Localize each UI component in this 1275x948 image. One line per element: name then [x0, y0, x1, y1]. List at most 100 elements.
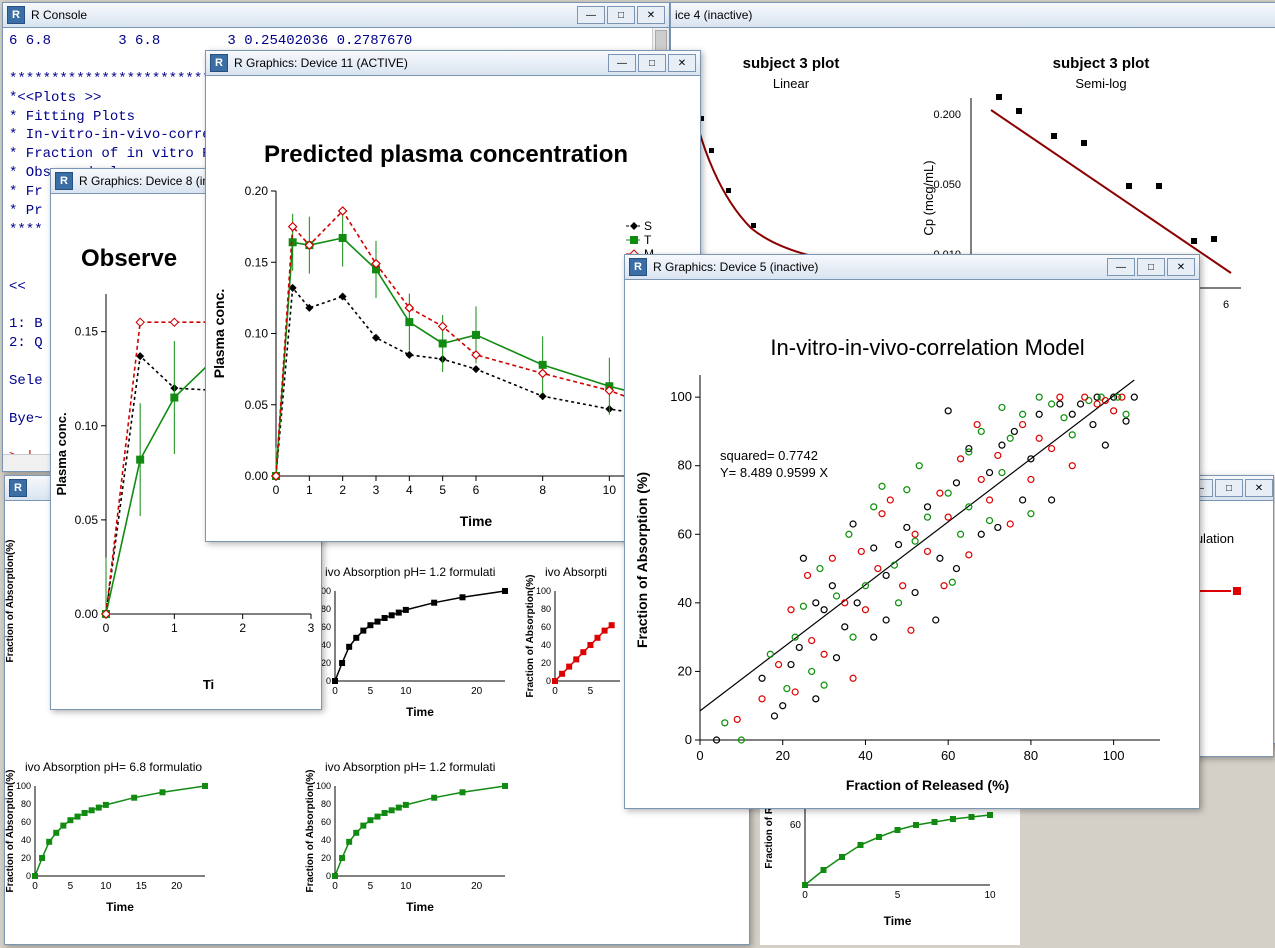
svg-text:Fraction of Absorption(%): Fraction of Absorption(%) — [5, 770, 16, 893]
svg-text:60: 60 — [541, 622, 551, 632]
svg-text:60: 60 — [678, 526, 692, 541]
svg-text:0: 0 — [332, 881, 338, 892]
close-button[interactable]: ✕ — [668, 54, 696, 72]
svg-text:0: 0 — [103, 621, 110, 635]
svg-text:0.00: 0.00 — [75, 607, 99, 621]
r-icon: R — [210, 54, 228, 72]
svg-text:0: 0 — [332, 686, 338, 697]
svg-text:5: 5 — [368, 881, 374, 892]
window-title: R Graphics: Device 11 (ACTIVE) — [234, 56, 608, 70]
svg-text:20: 20 — [321, 658, 331, 668]
maximize-button[interactable]: □ — [1215, 479, 1243, 497]
minimize-button[interactable]: — — [1107, 258, 1135, 276]
svg-text:0: 0 — [685, 732, 692, 747]
svg-text:60: 60 — [21, 817, 31, 827]
svg-text:100: 100 — [536, 586, 551, 596]
svg-text:10: 10 — [400, 686, 412, 697]
svg-text:ivo Absorption pH= 1.2 formula: ivo Absorption pH= 1.2 formulati — [325, 760, 495, 774]
titlebar[interactable]: R R Console — □ ✕ — [3, 3, 669, 28]
window-title: R Console — [31, 8, 577, 22]
svg-text:Plasma conc.: Plasma conc. — [54, 412, 69, 495]
close-button[interactable]: ✕ — [1245, 479, 1273, 497]
svg-text:1: 1 — [171, 621, 178, 635]
svg-text:Fraction of Absorption(%): Fraction of Absorption(%) — [305, 770, 316, 893]
semilog-points — [996, 94, 1217, 244]
svg-text:10: 10 — [984, 890, 996, 901]
minimize-button[interactable]: — — [608, 54, 636, 72]
svg-text:5: 5 — [895, 890, 901, 901]
svg-text:3: 3 — [308, 621, 315, 635]
svg-text:0: 0 — [546, 676, 551, 686]
svg-text:6: 6 — [1223, 299, 1229, 311]
svg-text:0.05: 0.05 — [75, 513, 99, 527]
svg-text:100: 100 — [1103, 748, 1125, 763]
svg-text:40: 40 — [21, 835, 31, 845]
titlebar[interactable]: R R Graphics: Device 11 (ACTIVE) — □ ✕ — [206, 51, 700, 76]
svg-text:0: 0 — [696, 748, 703, 763]
svg-text:2: 2 — [339, 483, 346, 497]
svg-text:5: 5 — [439, 483, 446, 497]
window-device-5[interactable]: R R Graphics: Device 5 (inactive) — □ ✕ … — [624, 254, 1200, 809]
svg-text:20: 20 — [471, 686, 483, 697]
svg-text:0.10: 0.10 — [75, 419, 99, 433]
svg-text:6: 6 — [473, 483, 480, 497]
svg-text:0.15: 0.15 — [245, 255, 269, 269]
svg-text:10: 10 — [603, 483, 617, 497]
svg-text:ivo Absorpti: ivo Absorpti — [545, 565, 607, 579]
svg-text:0: 0 — [326, 676, 331, 686]
minimize-button[interactable]: — — [577, 6, 605, 24]
svg-text:0.20: 0.20 — [245, 184, 269, 198]
close-button[interactable]: ✕ — [637, 6, 665, 24]
linear-curve — [691, 98, 891, 268]
svg-text:20: 20 — [775, 748, 789, 763]
svg-text:15: 15 — [136, 881, 148, 892]
svg-text:0.05: 0.05 — [245, 398, 269, 412]
svg-text:20: 20 — [21, 853, 31, 863]
window-title: R Graphics: Device 5 (inactive) — [653, 260, 1107, 274]
svg-text:0: 0 — [32, 881, 38, 892]
svg-text:100: 100 — [670, 389, 692, 404]
close-button[interactable]: ✕ — [1167, 258, 1195, 276]
svg-text:0.00: 0.00 — [245, 469, 269, 483]
titlebar[interactable]: ice 4 (inactive) — [671, 3, 1275, 28]
svg-text:1: 1 — [306, 483, 313, 497]
fit-line — [991, 110, 1231, 273]
svg-text:80: 80 — [1024, 748, 1038, 763]
svg-text:40: 40 — [321, 835, 331, 845]
svg-text:Fraction of Absorption (%): Fraction of Absorption (%) — [634, 472, 650, 648]
svg-text:Plasma conc.: Plasma conc. — [211, 289, 227, 379]
svg-text:60: 60 — [941, 748, 955, 763]
svg-text:ivo Absorption pH= 1.2 formula: ivo Absorption pH= 1.2 formulati — [325, 565, 495, 579]
titlebar[interactable]: R R Graphics: Device 5 (inactive) — □ ✕ — [625, 255, 1199, 280]
svg-text:5: 5 — [68, 881, 74, 892]
svg-text:0: 0 — [326, 871, 331, 881]
svg-text:100: 100 — [316, 781, 331, 791]
svg-text:Fraction of Released (%): Fraction of Released (%) — [846, 777, 1009, 793]
svg-text:Fraction of Absorption(%): Fraction of Absorption(%) — [5, 540, 16, 663]
svg-text:8: 8 — [539, 483, 546, 497]
svg-text:Observe: Observe — [81, 245, 177, 272]
svg-text:80: 80 — [321, 604, 331, 614]
svg-text:0: 0 — [552, 686, 558, 697]
svg-text:T: T — [644, 233, 652, 247]
svg-text:20: 20 — [171, 881, 183, 892]
svg-text:60: 60 — [790, 820, 802, 831]
svg-text:40: 40 — [321, 640, 331, 650]
r-icon: R — [7, 6, 25, 24]
svg-text:5: 5 — [368, 686, 374, 697]
maximize-button[interactable]: □ — [638, 54, 666, 72]
svg-text:0.10: 0.10 — [245, 327, 269, 341]
svg-text:60: 60 — [321, 622, 331, 632]
maximize-button[interactable]: □ — [1137, 258, 1165, 276]
r-icon: R — [9, 479, 27, 497]
svg-text:In-vitro-in-vivo-correlation M: In-vitro-in-vivo-correlation Model — [770, 335, 1084, 360]
plot-area: In-vitro-in-vivo-correlation Model Fracti… — [625, 280, 1199, 808]
maximize-button[interactable]: □ — [607, 6, 635, 24]
svg-text:10: 10 — [100, 881, 112, 892]
svg-text:2: 2 — [239, 621, 246, 635]
ylabel-semilog: Cp (mcg/mL) — [921, 160, 936, 235]
svg-text:80: 80 — [321, 799, 331, 809]
subplot-title: subject 3 plot — [743, 55, 840, 72]
svg-text:4: 4 — [406, 483, 413, 497]
subplot-subtitle: Linear — [773, 76, 810, 91]
